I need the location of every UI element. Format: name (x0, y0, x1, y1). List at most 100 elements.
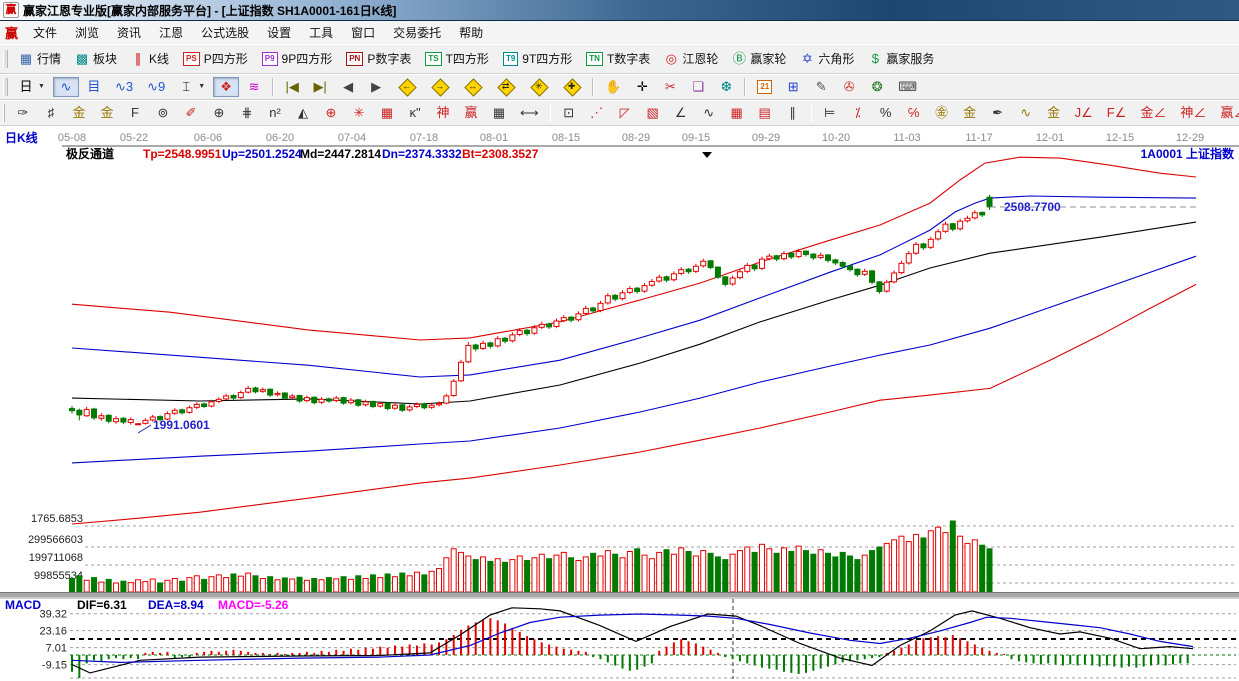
nav-tool-4[interactable]: ∿9 (141, 77, 171, 97)
menu-item-news[interactable]: 资讯 (108, 21, 150, 44)
draw-tool-15[interactable]: 神 (430, 103, 456, 123)
winner-wheel-button[interactable]: Ⓑ 赢家轮 (726, 47, 792, 70)
nav-tool-29[interactable]: ✇ (836, 77, 862, 97)
draw-tool-37[interactable]: ∿ (1013, 103, 1039, 123)
menu-item-file[interactable]: 文件 (24, 21, 66, 44)
t-number-table-button[interactable]: TN T数字表 (580, 47, 656, 70)
9t-square-button[interactable]: T9 9T四方形 (497, 47, 578, 70)
draw-tool-36[interactable]: ✒ (985, 103, 1011, 123)
draw-tool-8[interactable]: ⋕ (234, 103, 260, 123)
nav-tool-1[interactable]: ∿ (52, 76, 79, 97)
draw-tool-32[interactable]: % (873, 103, 899, 123)
nav-tool-16[interactable]: ⇄ (490, 76, 521, 97)
nav-tool-9[interactable]: |◀ (279, 77, 305, 97)
draw-tool-33[interactable]: ℅ (901, 103, 927, 123)
draw-tool-34[interactable]: ㊎ (929, 103, 955, 123)
draw-tool-6[interactable]: ✐ (178, 103, 204, 123)
draw-tool-7[interactable]: ⊕ (206, 103, 232, 123)
nav-tool-27[interactable]: ⊞ (780, 77, 806, 97)
draw-tool-30[interactable]: ⊨ (817, 103, 843, 123)
nav-tool-6[interactable]: ❖ (213, 76, 240, 97)
draw-tool-41[interactable]: 金∠ (1134, 103, 1172, 123)
draw-tool-21[interactable]: ⋰ (584, 103, 610, 123)
draw-tool-23[interactable]: ▧ (640, 103, 666, 123)
draw-tool-42[interactable]: 神∠ (1174, 103, 1212, 123)
menu-item-window[interactable]: 窗口 (342, 21, 384, 44)
menu-item-settings[interactable]: 设置 (258, 21, 300, 44)
nav-tool-21[interactable]: ✛ (629, 77, 655, 97)
nav-tool-28[interactable]: ✎ (808, 77, 834, 97)
nav-tool-18[interactable]: ✚ (556, 76, 587, 97)
nav-tool-13[interactable]: ← (391, 76, 422, 97)
sectors-button[interactable]: ▩ 板块 (69, 47, 123, 70)
draw-tool-22[interactable]: ◸ (612, 103, 638, 123)
draw-tool-26[interactable]: ▦ (724, 103, 750, 123)
gann-wheel-button[interactable]: ◎ 江恩轮 (658, 47, 724, 70)
draw-tool-13[interactable]: ▦ (374, 103, 400, 123)
nav-tool-3[interactable]: ∿3 (109, 77, 139, 97)
toolbar-grip[interactable] (3, 49, 8, 68)
menu-item-browse[interactable]: 浏览 (66, 21, 108, 44)
nav-tool-11[interactable]: ◀ (335, 77, 361, 97)
draw-tool-14[interactable]: κ" (402, 103, 428, 123)
nav-tool-5[interactable]: ⌶ ▼ (173, 77, 211, 97)
draw-tool-31[interactable]: ⁒ (845, 103, 871, 123)
nav-tool-26[interactable]: 21 (751, 77, 778, 97)
nav-tool-17[interactable]: ✳ (523, 76, 554, 97)
nav-tool-15[interactable]: ↔ (457, 76, 488, 97)
draw-tool-2[interactable]: 金 (66, 103, 92, 123)
nav-tool-10[interactable]: ▶| (307, 77, 333, 97)
draw-tool-3[interactable]: 金 (94, 103, 120, 123)
draw-tool-40[interactable]: F∠ (1101, 103, 1133, 123)
p-number-table-button[interactable]: PN P数字表 (340, 47, 417, 70)
draw-tool-1[interactable]: ♯ (38, 103, 64, 123)
menu-item-formula-pick[interactable]: 公式选股 (192, 21, 258, 44)
nav-tool-22[interactable]: ✂ (657, 77, 683, 97)
toolbar-grip[interactable] (3, 103, 5, 122)
draw-tool-24[interactable]: ∠ (668, 103, 694, 123)
app-logo-icon[interactable]: 赢 (5, 23, 18, 42)
kline-button[interactable]: ∥ K线 (125, 47, 175, 70)
nav-tool-7[interactable]: ≋ (241, 77, 267, 97)
menu-item-gann[interactable]: 江恩 (150, 21, 192, 44)
draw-tool-10[interactable]: ◭ (290, 103, 316, 123)
nav-tool-12[interactable]: ▶ (363, 77, 389, 97)
winner-service-button[interactable]: $ 赢家服务 (862, 47, 940, 70)
menu-item-help[interactable]: 帮助 (450, 21, 492, 44)
draw-tool-9[interactable]: n² (262, 103, 288, 123)
menu-item-trade[interactable]: 交易委托 (384, 21, 450, 44)
draw-tool-27[interactable]: ▤ (752, 103, 778, 123)
hexagon-button[interactable]: ✡ 六角形 (794, 47, 860, 70)
nav-tool-30[interactable]: ❂ (864, 77, 890, 97)
draw-tool-0[interactable]: ✑ (10, 103, 36, 123)
nav-tool-2[interactable]: 目 (81, 77, 107, 97)
draw-tool-39[interactable]: J∠ (1069, 103, 1099, 123)
draw-tool-35[interactable]: 金 (957, 103, 983, 123)
draw-tool-17[interactable]: ▦ (486, 103, 512, 123)
nav-tool-24[interactable]: ❆ (713, 77, 739, 97)
app-icon[interactable]: 赢 (3, 2, 19, 18)
draw-tool-4[interactable]: F (122, 103, 148, 123)
draw-tool-5[interactable]: ⊚ (150, 103, 176, 123)
menu-item-tools[interactable]: 工具 (300, 21, 342, 44)
draw-tool-43[interactable]: 赢∠ (1214, 103, 1239, 123)
market-quotes-button[interactable]: ▦ 行情 (13, 47, 67, 70)
nav-tool-31[interactable]: ⌨ (892, 77, 923, 97)
draw-tool-38[interactable]: 金 (1041, 103, 1067, 123)
draw-tool-16[interactable]: 赢 (458, 103, 484, 123)
p-square-button[interactable]: PS P四方形 (177, 47, 254, 70)
draw-tool-20[interactable]: ⊡ (556, 103, 582, 123)
chart-canvas[interactable]: 05-08 05-22 06-06 06-20 07-04 07-18 08-01 08-15… (0, 126, 1239, 681)
9p-square-button[interactable]: P9 9P四方形 (256, 47, 338, 70)
draw-tool-28[interactable]: ∥ (780, 103, 806, 123)
nav-tool-20[interactable]: ✋ (599, 77, 627, 97)
draw-tool-12[interactable]: ✳ (346, 103, 372, 123)
nav-tool-0[interactable]: 日 ▼ (13, 77, 51, 97)
draw-tool-25[interactable]: ∿ (696, 103, 722, 123)
draw-tool-11[interactable]: ⊕ (318, 103, 344, 123)
nav-tool-14[interactable]: → (424, 76, 455, 97)
draw-tool-18[interactable]: ⟷ (514, 103, 545, 123)
toolbar-grip[interactable] (3, 77, 8, 96)
nav-tool-23[interactable]: ❏ (685, 77, 711, 97)
t-square-button[interactable]: TS T四方形 (419, 47, 495, 70)
